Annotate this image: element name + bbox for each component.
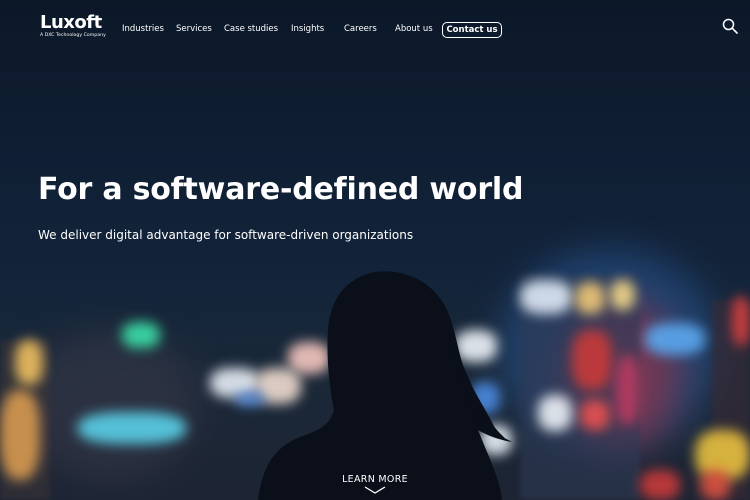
search-icon[interactable] — [722, 18, 738, 34]
learn-more-button[interactable]: LEARN MORE — [330, 474, 420, 500]
nav-item-services[interactable]: Services — [176, 24, 212, 34]
nav-item-case-studies[interactable]: Case studies — [224, 24, 278, 34]
site-header: Luxoft A DXC Technology Company Industri… — [0, 0, 750, 60]
logo-wordmark: Luxoft — [40, 12, 102, 33]
nav-item-industries[interactable]: Industries — [122, 24, 164, 34]
nav-item-careers[interactable]: Careers — [344, 24, 377, 34]
learn-more-label: LEARN MORE — [342, 474, 408, 485]
hero-page: Luxoft A DXC Technology Company Industri… — [0, 0, 750, 500]
chevron-down-icon — [364, 486, 386, 494]
logo-tagline: A DXC Technology Company — [40, 33, 106, 38]
contact-us-button[interactable]: Contact us — [442, 22, 502, 38]
hero-title: For a software-defined world — [38, 172, 524, 207]
hero-subtitle: We deliver digital advantage for softwar… — [38, 228, 414, 242]
nav-item-about-us[interactable]: About us — [395, 24, 433, 34]
luxoft-logo[interactable]: Luxoft A DXC Technology Company — [40, 13, 106, 39]
nav-item-insights[interactable]: Insights — [291, 24, 324, 34]
